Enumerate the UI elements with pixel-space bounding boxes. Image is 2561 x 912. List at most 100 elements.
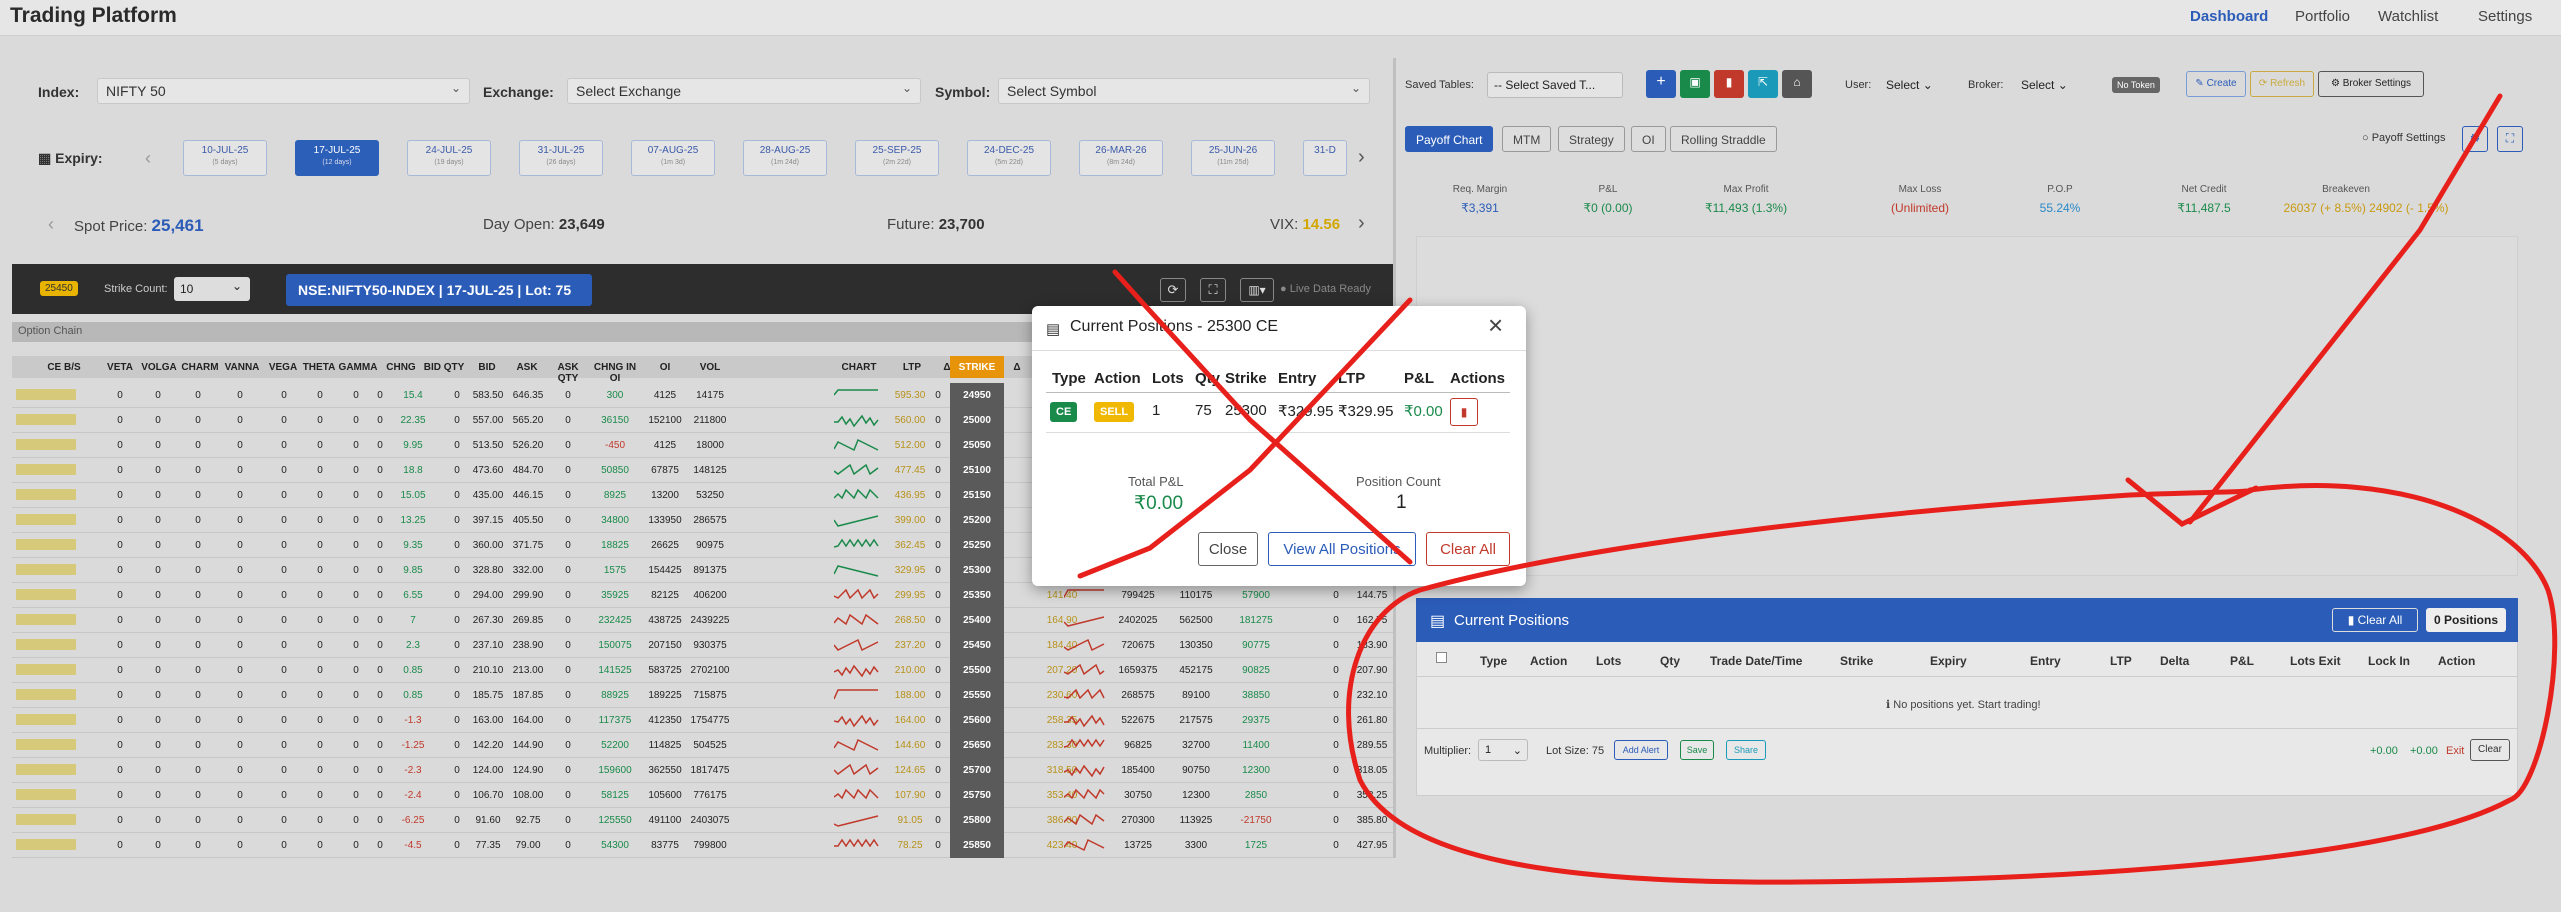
strike-cell[interactable]: 25750 <box>950 783 1004 808</box>
settings-icon[interactable]: ⚙ <box>2462 126 2488 152</box>
expiry-date-button[interactable]: 25-SEP-25 (2m 22d) <box>855 140 939 176</box>
close-icon[interactable]: × <box>1488 310 1503 341</box>
refresh-button[interactable]: ⟳ Refresh <box>2250 71 2314 97</box>
expiry-date-button[interactable]: 24-JUL-25 (19 days) <box>407 140 491 176</box>
strike-cell[interactable]: 25500 <box>950 658 1004 683</box>
buy-sell-button[interactable] <box>16 514 76 525</box>
expiry-date-button[interactable]: 17-JUL-25 (12 days) <box>295 140 379 176</box>
strike-cell[interactable]: 24950 <box>950 383 1004 408</box>
add-button[interactable]: + <box>1646 70 1676 98</box>
market-next-icon[interactable]: › <box>1358 212 1365 235</box>
strike-cell[interactable]: 25000 <box>950 408 1004 433</box>
clear-button[interactable]: Clear <box>2470 739 2510 761</box>
symbol-select[interactable]: Select Symbol ⌄ <box>998 78 1370 104</box>
option-chain-row[interactable]: 0 0 0 0 0 0 0 0 -4.5 0 77.35 79.00 0 54300 83775 799800… <box>12 833 1395 858</box>
strike-cell[interactable]: 25850 <box>950 833 1004 858</box>
strike-cell[interactable]: 25800 <box>950 808 1004 833</box>
tab-oi[interactable]: OI <box>1631 126 1666 152</box>
select-all-checkbox[interactable] <box>1436 652 1447 663</box>
clear-all-positions-button[interactable]: ▮ Clear All <box>2332 608 2418 632</box>
refresh-icon[interactable]: ⟳ <box>1160 278 1186 302</box>
expiry-date-button[interactable]: 31-D <box>1303 140 1347 176</box>
expiry-date-button[interactable]: 31-JUL-25 (26 days) <box>519 140 603 176</box>
buy-sell-button[interactable] <box>16 639 76 650</box>
strike-cell[interactable]: 25100 <box>950 458 1004 483</box>
buy-sell-button[interactable] <box>16 814 76 825</box>
payoff-settings-toggle[interactable]: ○ Payoff Settings <box>2362 132 2446 144</box>
expiry-next-icon[interactable]: › <box>1358 146 1365 169</box>
expiry-date-button[interactable]: 25-JUN-26 (11m 25d) <box>1191 140 1275 176</box>
buy-sell-button[interactable] <box>16 664 76 675</box>
option-chain-row[interactable]: 0 0 0 0 0 0 0 0 7 0 267.30 269.85 0 232425 438725 24392… <box>12 608 1395 633</box>
option-chain-row[interactable]: 0 0 0 0 0 0 0 0 -2.4 0 106.70 108.00 0 58125 105600 776… <box>12 783 1395 808</box>
buy-sell-button[interactable] <box>16 589 76 600</box>
user-select[interactable]: Select ⌄ <box>1880 72 1944 98</box>
multiplier-select[interactable]: 1 ⌄ <box>1478 739 1528 761</box>
market-prev-icon[interactable]: ‹ <box>48 214 54 235</box>
option-chain-row[interactable]: 0 0 0 0 0 0 0 0 -1.25 0 142.20 144.90 0 52200 114825 50… <box>12 733 1395 758</box>
buy-sell-button[interactable] <box>16 689 76 700</box>
buy-sell-button[interactable] <box>16 539 76 550</box>
saved-tables-select[interactable]: -- Select Saved T... <box>1487 72 1623 98</box>
strike-cell[interactable]: 25700 <box>950 758 1004 783</box>
tab-mtm[interactable]: MTM <box>1502 126 1552 152</box>
buy-sell-button[interactable] <box>16 564 76 575</box>
delete-position-icon[interactable]: ▮ <box>1450 398 1478 426</box>
buy-sell-button[interactable] <box>16 714 76 725</box>
save-icon[interactable]: ▣ <box>1680 70 1710 98</box>
option-chain-row[interactable]: 0 0 0 0 0 0 0 0 0.85 0 210.10 213.00 0 141525 583725 27… <box>12 658 1395 683</box>
option-chain-row[interactable]: 0 0 0 0 0 0 0 0 0.85 0 185.75 187.85 0 88925 189225 715… <box>12 683 1395 708</box>
expiry-date-button[interactable]: 07-AUG-25 (1m 3d) <box>631 140 715 176</box>
tab-rolling-straddle[interactable]: Rolling Straddle <box>1670 126 1777 152</box>
strike-cell[interactable]: 25250 <box>950 533 1004 558</box>
nav-settings[interactable]: Settings <box>2478 8 2532 25</box>
buy-sell-button[interactable] <box>16 789 76 800</box>
strike-cell[interactable]: 25600 <box>950 708 1004 733</box>
option-chain-row[interactable]: 0 0 0 0 0 0 0 0 -1.3 0 163.00 164.00 0 117375 412350 17… <box>12 708 1395 733</box>
tab-payoff-chart[interactable]: Payoff Chart <box>1405 126 1494 152</box>
nav-watchlist[interactable]: Watchlist <box>2378 8 2438 25</box>
expiry-date-button[interactable]: 10-JUL-25 (5 days) <box>183 140 267 176</box>
exit-link[interactable]: Exit <box>2446 745 2464 757</box>
columns-icon[interactable]: ▥▾ <box>1240 278 1274 302</box>
basket-icon[interactable]: ⌂ <box>1782 70 1812 98</box>
strike-cell[interactable]: 25450 <box>950 633 1004 658</box>
strike-cell[interactable]: 25650 <box>950 733 1004 758</box>
save-button[interactable]: Save <box>1680 740 1714 760</box>
broker-settings-button[interactable]: ⚙ Broker Settings <box>2318 71 2424 97</box>
nav-dashboard[interactable]: Dashboard <box>2190 8 2268 25</box>
expiry-prev-icon[interactable]: ‹ <box>145 148 151 169</box>
tab-strategy[interactable]: Strategy <box>1558 126 1625 152</box>
option-chain-row[interactable]: 0 0 0 0 0 0 0 0 2.3 0 237.10 238.90 0 150075 207150 930… <box>12 633 1395 658</box>
view-all-positions-button[interactable]: View All Positions <box>1268 532 1416 566</box>
buy-sell-button[interactable] <box>16 489 76 500</box>
option-chain-row[interactable]: 0 0 0 0 0 0 0 0 6.55 0 294.00 299.90 0 35925 82125 4062… <box>12 583 1395 608</box>
buy-sell-button[interactable] <box>16 839 76 850</box>
nav-portfolio[interactable]: Portfolio <box>2295 8 2350 25</box>
broker-select[interactable]: Select ⌄ <box>2015 72 2079 98</box>
add-alert-button[interactable]: Add Alert <box>1614 740 1668 760</box>
buy-sell-button[interactable] <box>16 414 76 425</box>
buy-sell-button[interactable] <box>16 764 76 775</box>
share-button[interactable]: Share <box>1726 740 1766 760</box>
strike-cell[interactable]: 25550 <box>950 683 1004 708</box>
buy-sell-button[interactable] <box>16 439 76 450</box>
clear-all-button[interactable]: Clear All <box>1426 532 1510 566</box>
expiry-date-button[interactable]: 24-DEC-25 (5m 22d) <box>967 140 1051 176</box>
buy-sell-button[interactable] <box>16 614 76 625</box>
fullscreen-icon[interactable]: ⛶ <box>1200 278 1226 302</box>
strike-cell[interactable]: 25200 <box>950 508 1004 533</box>
trash-icon[interactable]: ▮ <box>1714 70 1744 98</box>
option-chain-row[interactable]: 0 0 0 0 0 0 0 0 -6.25 0 91.60 92.75 0 125550 491100 240… <box>12 808 1395 833</box>
create-button[interactable]: ✎ Create <box>2186 71 2246 97</box>
buy-sell-button[interactable] <box>16 389 76 400</box>
share-icon[interactable]: ⇱ <box>1748 70 1778 98</box>
strike-cell[interactable]: 25150 <box>950 483 1004 508</box>
strike-cell[interactable]: 25050 <box>950 433 1004 458</box>
index-select[interactable]: NIFTY 50 ⌄ <box>97 78 470 104</box>
strike-count-select[interactable]: 10 ⌄ <box>174 277 250 301</box>
expiry-date-button[interactable]: 28-AUG-25 (1m 24d) <box>743 140 827 176</box>
strike-cell[interactable]: 25400 <box>950 608 1004 633</box>
payoff-chart-area[interactable] <box>1416 236 2518 576</box>
strike-cell[interactable]: 25300 <box>950 558 1004 583</box>
